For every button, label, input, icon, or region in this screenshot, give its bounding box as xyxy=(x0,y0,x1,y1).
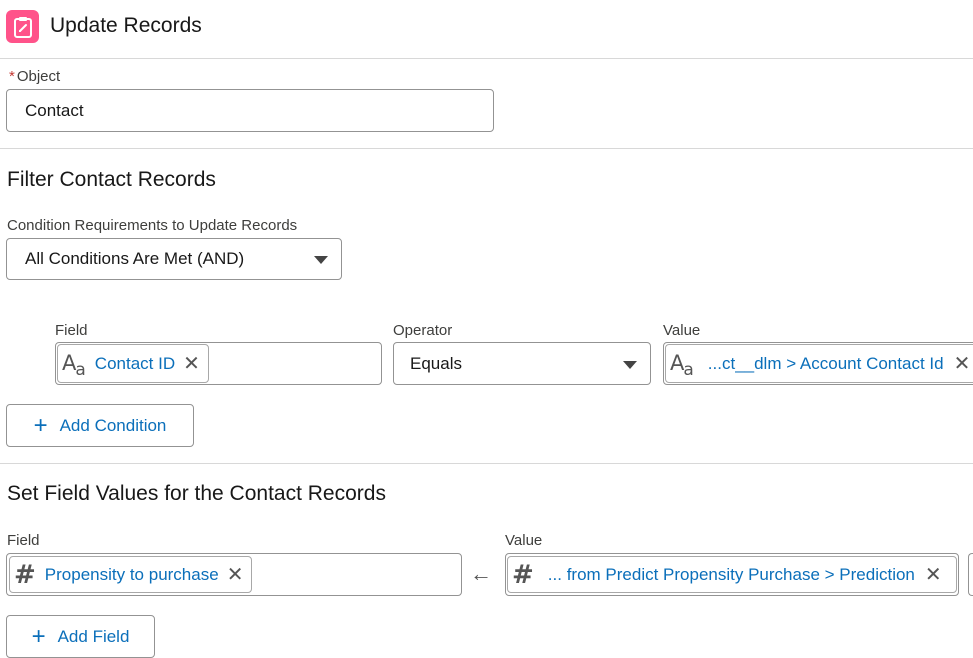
set-field-pill[interactable]: # Propensity to purchase ✕ xyxy=(9,556,253,593)
plus-icon: + xyxy=(31,622,46,650)
divider xyxy=(0,463,973,464)
condition-field-pill[interactable]: Aa Contact ID ✕ xyxy=(57,344,209,383)
set-field-pill-label: Propensity to purchase xyxy=(44,564,219,584)
condition-value-pill[interactable]: Aa ...ct__dlm > Account Contact Id ✕ xyxy=(665,344,973,383)
condition-value-pill-label: ...ct__dlm > Account Contact Id xyxy=(707,353,944,373)
arrow-left-icon: ← xyxy=(470,561,492,586)
chevron-down-icon xyxy=(623,361,637,369)
add-condition-button[interactable]: + Add Condition xyxy=(6,404,194,447)
set-value-pill[interactable]: # ... from Predict Propensity Purchase >… xyxy=(507,556,957,593)
page-title: Update Records xyxy=(50,14,202,37)
condition-value-header: Value xyxy=(663,322,701,339)
condition-requirements-value: All Conditions Are Met (AND) xyxy=(25,249,245,268)
condition-operator-value: Equals xyxy=(410,353,462,373)
condition-requirements-label: Condition Requirements to Update Records xyxy=(7,217,298,234)
condition-field-pill-label: Contact ID xyxy=(94,353,176,373)
set-values-section-title: Set Field Values for the Contact Records xyxy=(7,482,386,505)
divider xyxy=(0,58,973,59)
condition-field-header: Field xyxy=(55,322,88,339)
object-label-text: Object xyxy=(16,68,61,85)
close-icon[interactable]: ✕ xyxy=(925,565,942,585)
text-type-icon: Aa xyxy=(62,351,86,380)
condition-operator-select[interactable]: Equals xyxy=(393,342,651,385)
condition-requirements-select[interactable]: All Conditions Are Met (AND) xyxy=(6,238,342,280)
set-field-header: Field xyxy=(7,532,40,549)
number-type-icon: # xyxy=(512,559,534,590)
add-field-button[interactable]: + Add Field xyxy=(6,615,155,658)
close-icon[interactable]: ✕ xyxy=(183,354,200,374)
add-condition-label: Add Condition xyxy=(59,415,167,435)
condition-operator-header: Operator xyxy=(393,322,453,339)
close-icon[interactable]: ✕ xyxy=(954,354,971,374)
filter-section-title: Filter Contact Records xyxy=(7,168,216,191)
number-type-icon: # xyxy=(14,559,36,590)
object-label: * Object xyxy=(9,68,60,85)
update-records-icon xyxy=(6,10,39,43)
set-value-header: Value xyxy=(505,532,543,549)
divider xyxy=(0,148,973,149)
close-icon[interactable]: ✕ xyxy=(227,565,244,585)
row-action-button[interactable] xyxy=(968,553,973,596)
object-input-value: Contact xyxy=(25,100,84,120)
object-input[interactable]: Contact xyxy=(6,89,494,132)
chevron-down-icon xyxy=(314,256,328,264)
text-type-icon: Aa xyxy=(670,351,694,380)
plus-icon: + xyxy=(33,411,48,439)
add-field-label: Add Field xyxy=(57,626,130,646)
set-value-pill-label: ... from Predict Propensity Purchase > P… xyxy=(547,564,915,584)
required-marker: * xyxy=(9,68,15,85)
